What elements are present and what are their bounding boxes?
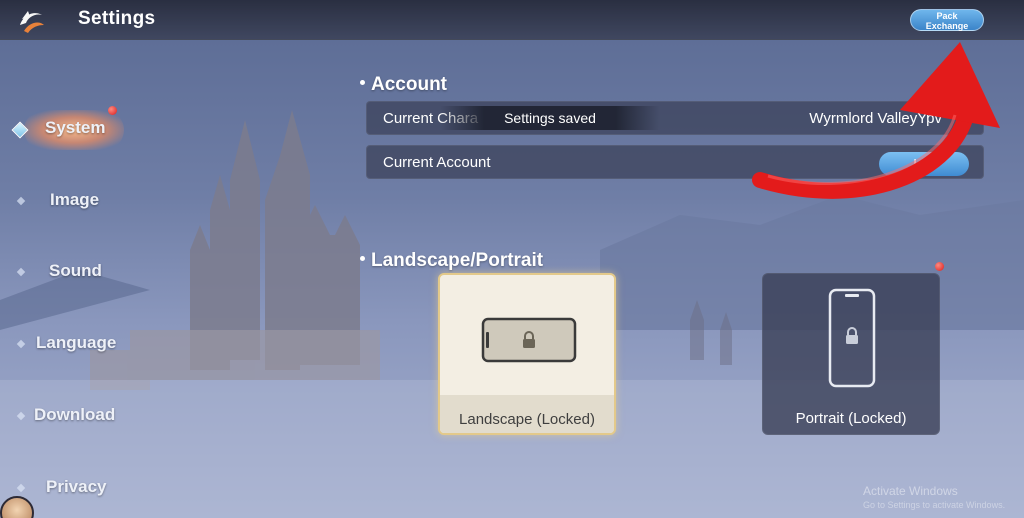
settings-sidebar: System Image Sound Language Download Pri… xyxy=(0,90,150,518)
back-swirl-icon[interactable] xyxy=(14,3,48,37)
activate-windows-watermark: Activate Windows xyxy=(863,484,958,498)
page-title: Settings xyxy=(78,8,156,29)
bullet-icon xyxy=(360,256,365,262)
sidebar-item-image[interactable]: Image xyxy=(0,180,150,220)
notification-badge xyxy=(108,106,117,115)
bullet-icon xyxy=(16,483,26,493)
current-character-value: Wyrmlord ValleyYpv__0 xyxy=(809,110,967,127)
character-name: Wyrmlord ValleyYpv xyxy=(809,110,942,127)
orientation-section-title: Landscape/Portrait xyxy=(360,250,543,272)
bullet-icon xyxy=(16,339,26,349)
lock-icon xyxy=(846,327,858,344)
sidebar-item-label: Sound xyxy=(49,261,102,280)
account-section-title: Account xyxy=(360,74,447,96)
account-section-label: Account xyxy=(371,74,447,95)
sidebar-item-label: Image xyxy=(50,190,100,209)
pack-exchange-label-line2: Exchange xyxy=(925,21,969,31)
bullet-icon xyxy=(360,80,365,86)
activate-windows-subtitle: Go to Settings to activate Windows. xyxy=(863,500,1006,510)
bullet-icon xyxy=(16,267,26,277)
pack-exchange-label-line1: Pack xyxy=(936,11,958,21)
current-account-row: Current Account L ut xyxy=(366,145,984,179)
sidebar-item-language[interactable]: Language xyxy=(0,323,150,363)
portrait-label: Portrait (Locked) xyxy=(795,410,907,427)
settings-saved-toast: Settings saved xyxy=(440,106,660,130)
sidebar-item-download[interactable]: Download xyxy=(0,395,150,435)
sidebar-item-sound[interactable]: Sound xyxy=(0,251,150,291)
sidebar-item-system[interactable]: System xyxy=(0,106,150,150)
lock-icon xyxy=(523,331,535,348)
portrait-option-card[interactable]: Portrait (Locked) xyxy=(762,262,944,435)
current-account-label: Current Account xyxy=(383,154,491,171)
bullet-icon xyxy=(16,411,26,421)
top-bar: Settings Pack Exchange xyxy=(0,0,1024,40)
sidebar-item-label: Privacy xyxy=(46,477,107,496)
landscape-label: Landscape (Locked) xyxy=(459,411,595,428)
pack-exchange-button[interactable]: Pack Exchange xyxy=(910,9,984,31)
sidebar-item-label: Download xyxy=(34,405,116,424)
logout-button[interactable]: L ut xyxy=(879,152,969,176)
character-name-suffix: 0 xyxy=(958,110,967,127)
bullet-icon xyxy=(16,196,26,206)
sidebar-item-label: System xyxy=(45,118,106,137)
landscape-option-card[interactable]: Landscape (Locked) xyxy=(438,273,616,435)
orientation-section-label: Landscape/Portrait xyxy=(371,250,544,271)
sidebar-item-label: Language xyxy=(36,333,117,352)
notification-badge xyxy=(935,262,944,271)
